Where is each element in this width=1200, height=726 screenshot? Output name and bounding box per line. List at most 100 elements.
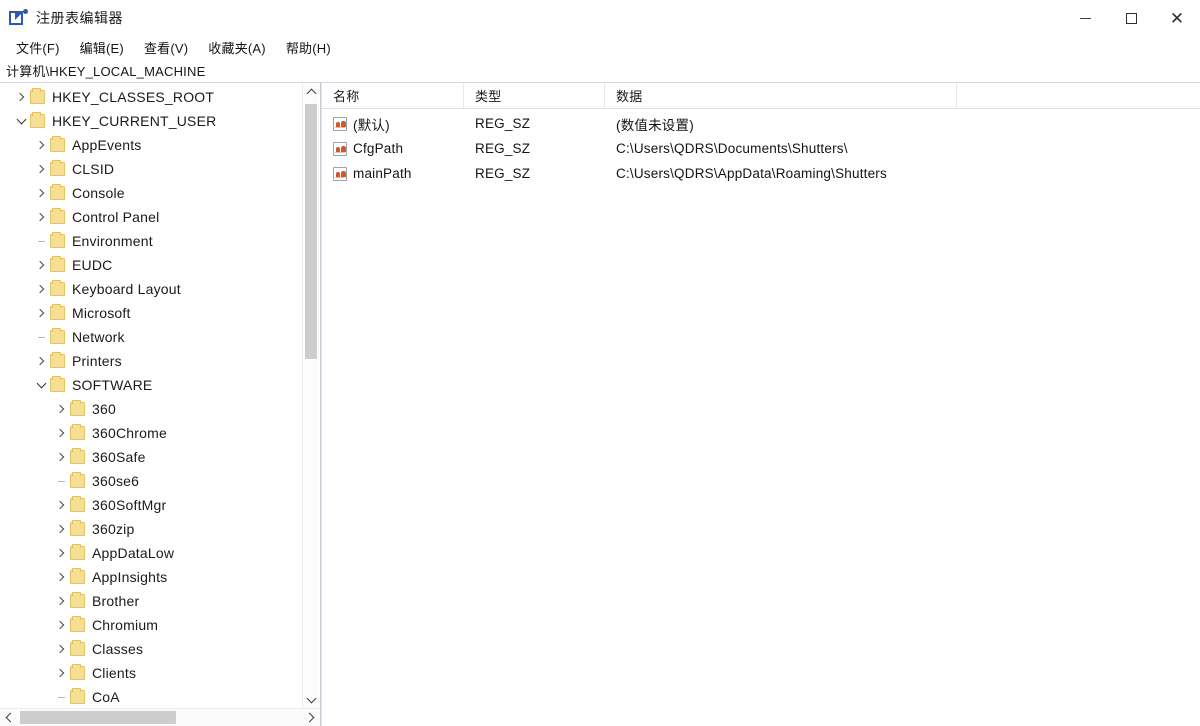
tree-item-label: Console [72,185,125,201]
value-name-cell: (默认) [322,114,464,134]
tree-item[interactable]: CoA [0,685,320,708]
column-header-type[interactable]: 类型 [464,83,605,108]
menu-help[interactable]: 帮助(H) [276,36,341,59]
value-list-body: (默认) REG_SZ (数值未设置) CfgPath REG_SZ C:\Users\Q… [322,109,1200,726]
chevron-right-icon[interactable] [52,598,70,604]
tree-item-label: Control Panel [72,209,160,225]
string-value-icon [333,116,347,131]
tree-item-label: Clients [92,665,137,681]
tree-item[interactable]: CLSID [0,157,320,181]
tree-item[interactable]: EUDC [0,253,320,277]
chevron-right-icon[interactable] [52,406,70,412]
title-bar: 注册表编辑器 ✕ [0,0,1200,36]
folder-icon [50,256,65,272]
value-type-cell: REG_SZ [475,166,531,181]
horizontal-scroll-track[interactable] [18,709,302,726]
chevron-right-icon[interactable] [52,430,70,436]
column-header-name[interactable]: 名称 [322,83,464,108]
tree-item[interactable]: Clients [0,661,320,685]
folder-icon [70,544,85,560]
chevron-right-icon[interactable] [52,670,70,676]
tree-item-label: Keyboard Layout [72,281,181,297]
chevron-right-icon[interactable] [52,622,70,628]
chevron-right-icon[interactable] [52,454,70,460]
folder-icon [50,184,65,200]
tree-horizontal-scrollbar[interactable] [0,708,320,726]
vertical-scroll-thumb[interactable] [305,104,317,359]
tree-item[interactable]: SOFTWARE [0,373,320,397]
registry-tree-pane: HKEY_CLASSES_ROOT HKEY_CURRENT_USER AppEve… [0,83,321,726]
tree-item[interactable]: AppInsights [0,565,320,589]
chevron-right-icon[interactable] [32,190,50,196]
folder-icon [70,400,85,416]
tree-item[interactable]: Environment [0,229,320,253]
tree-scroll-area: HKEY_CLASSES_ROOT HKEY_CURRENT_USER AppEve… [0,83,320,708]
chevron-right-icon[interactable] [52,526,70,532]
tree-item[interactable]: 360Safe [0,445,320,469]
chevron-right-icon[interactable] [32,142,50,148]
column-header-data[interactable]: 数据 [605,83,957,108]
value-data-cell: C:\Users\QDRS\AppData\Roaming\Shutters [616,166,887,181]
chevron-down-icon[interactable] [12,119,30,123]
scroll-right-icon[interactable] [302,714,320,721]
chevron-right-icon[interactable] [32,166,50,172]
close-button[interactable]: ✕ [1154,0,1200,36]
tree-item[interactable]: 360Chrome [0,421,320,445]
tree-item[interactable]: 360zip [0,517,320,541]
tree-item[interactable]: Control Panel [0,205,320,229]
chevron-down-icon[interactable] [32,383,50,387]
tree-item[interactable]: Network [0,325,320,349]
folder-icon [50,280,65,296]
chevron-right-icon[interactable] [32,310,50,316]
value-name-text: mainPath [353,166,412,181]
tree-item-label: 360se6 [92,473,140,489]
value-row[interactable]: (默认) REG_SZ (数值未设置) [322,111,1200,136]
value-row[interactable]: mainPath REG_SZ C:\Users\QDRS\AppData\Roam… [322,161,1200,186]
scroll-up-icon[interactable] [303,83,319,100]
tree-vertical-scrollbar[interactable] [302,83,319,708]
folder-icon [70,424,85,440]
chevron-right-icon[interactable] [32,262,50,268]
menu-view[interactable]: 查看(V) [134,36,198,59]
chevron-right-icon[interactable] [52,550,70,556]
menu-file[interactable]: 文件(F) [6,36,70,59]
tree-item[interactable]: AppEvents [0,133,320,157]
chevron-right-icon[interactable] [52,646,70,652]
tree-item[interactable]: Microsoft [0,301,320,325]
tree-item[interactable]: HKEY_CLASSES_ROOT [0,85,320,109]
tree-item[interactable]: 360se6 [0,469,320,493]
tree-item[interactable]: HKEY_CURRENT_USER [0,109,320,133]
maximize-button[interactable] [1108,0,1154,36]
tree-item-label: Environment [72,233,153,249]
menu-favorites[interactable]: 收藏夹(A) [198,36,276,59]
tree-item-label: 360 [92,401,116,417]
chevron-right-icon[interactable] [52,574,70,580]
chevron-right-icon[interactable] [32,214,50,220]
tree-item[interactable]: Console [0,181,320,205]
scroll-left-icon[interactable] [0,714,18,721]
minimize-button[interactable] [1062,0,1108,36]
chevron-right-icon[interactable] [12,94,30,100]
chevron-right-icon[interactable] [32,286,50,292]
chevron-right-icon[interactable] [52,502,70,508]
minimize-icon [1079,17,1091,19]
horizontal-scroll-thumb[interactable] [20,711,176,724]
tree-item[interactable]: Chromium [0,613,320,637]
tree-item[interactable]: 360SoftMgr [0,493,320,517]
tree-item[interactable]: 360 [0,397,320,421]
tree-item[interactable]: Brother [0,589,320,613]
tree-item[interactable]: Classes [0,637,320,661]
tree-item[interactable]: AppDataLow [0,541,320,565]
chevron-right-icon[interactable] [32,358,50,364]
address-bar[interactable]: 计算机\HKEY_LOCAL_MACHINE [0,59,1200,83]
tree-item[interactable]: Printers [0,349,320,373]
tree-item-label: AppInsights [92,569,168,585]
tree-item-label: Network [72,329,125,345]
vertical-scroll-track[interactable] [303,100,319,691]
scroll-down-icon[interactable] [303,691,319,708]
folder-icon [70,520,85,536]
value-row[interactable]: CfgPath REG_SZ C:\Users\QDRS\Documents\Shu… [322,136,1200,161]
tree-item[interactable]: Keyboard Layout [0,277,320,301]
folder-icon [70,592,85,608]
menu-edit[interactable]: 编辑(E) [70,36,134,59]
